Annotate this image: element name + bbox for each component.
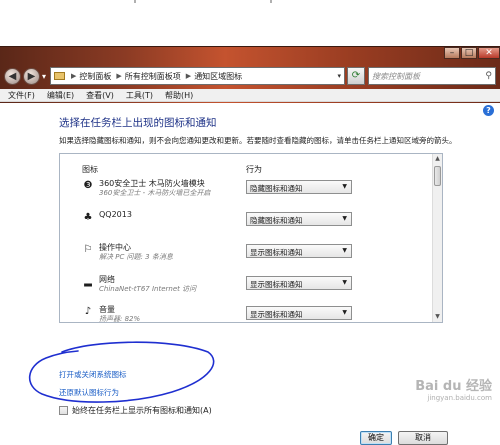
scroll-thumb[interactable] (434, 166, 441, 186)
list-item: ♣ QQ2013 隐藏图标和通知 ▼ (82, 210, 402, 234)
main-content: ? 选择在任务栏上出现的图标和通知 如果选择隐藏图标和通知，则不会向您通知更改和… (0, 103, 500, 445)
menu-help[interactable]: 帮助(H) (165, 90, 193, 101)
menu-edit[interactable]: 编辑(E) (47, 90, 74, 101)
menu-bar: 文件(F) 编辑(E) 查看(V) 工具(T) 帮助(H) (0, 89, 500, 102)
address-row: ◀ ▶ ▾ ▶ 控制面板 ▶ 所有控制面板项 ▶ 通知区域图标 ▾ ⟳ 搜索控制… (4, 65, 496, 87)
item-description: 解决 PC 问题: 3 条消息 (99, 253, 173, 261)
always-show-all-label[interactable]: 始终在任务栏上显示所有图标和通知(A) (72, 405, 212, 416)
refresh-button[interactable]: ⟳ (347, 67, 365, 85)
baidu-watermark: Bai du 经验 jingyan.baidu.com (415, 375, 492, 402)
scroll-down-icon[interactable]: ▼ (433, 312, 442, 322)
search-icon[interactable]: ⚲ (485, 71, 492, 81)
behavior-select[interactable]: 隐藏图标和通知 ▼ (246, 212, 352, 226)
chevron-down-icon: ▼ (342, 309, 347, 316)
list-item: ♪ 音量 扬声器: 82% 显示图标和通知 ▼ (82, 304, 402, 323)
behavior-value: 显示图标和通知 (250, 280, 303, 289)
menu-file[interactable]: 文件(F) (8, 90, 35, 101)
chevron-down-icon: ▼ (342, 247, 347, 254)
behavior-value: 隐藏图标和通知 (250, 184, 303, 193)
cancel-button[interactable]: 取消 (398, 431, 448, 445)
watermark-subtext: jingyan.baidu.com (427, 394, 492, 402)
list-scrollbar[interactable]: ▲ ▼ (432, 154, 442, 322)
page-title: 选择在任务栏上出现的图标和通知 (59, 117, 217, 129)
menu-tools[interactable]: 工具(T) (126, 90, 153, 101)
behavior-select[interactable]: 隐藏图标和通知 ▼ (246, 180, 352, 194)
search-input[interactable]: 搜索控制面板 ⚲ (368, 67, 496, 85)
item-description: ChinaNet-tT67 Internet 访问 (99, 285, 197, 293)
network-signal-icon: ▂ (84, 276, 92, 287)
list-item: ⚐ 操作中心 解决 PC 问题: 3 条消息 显示图标和通知 ▼ (82, 242, 402, 266)
help-icon[interactable]: ? (483, 105, 494, 116)
folder-icon (54, 72, 66, 80)
page-description: 如果选择隐藏图标和通知，则不会向您通知更改和更新。若要随时查看隐藏的图标，请单击… (59, 136, 457, 145)
behavior-value: 隐藏图标和通知 (250, 216, 303, 225)
watermark-text: Bai du 经验 (415, 379, 492, 394)
back-button[interactable]: ◀ (4, 67, 21, 85)
breadcrumb-control-panel[interactable]: 控制面板 (79, 71, 111, 82)
chevron-down-icon: ▼ (342, 183, 347, 190)
behavior-value: 显示图标和通知 (250, 248, 303, 257)
menu-view[interactable]: 查看(V) (86, 90, 114, 101)
behavior-select[interactable]: 显示图标和通知 ▼ (246, 306, 352, 320)
scroll-up-icon[interactable]: ▲ (433, 154, 442, 164)
breadcrumb-notification-icons[interactable]: 通知区域图标 (194, 71, 242, 82)
speaker-icon: ♪ (84, 306, 92, 317)
address-dropdown-icon[interactable]: ▾ (337, 72, 341, 80)
item-name: QQ2013 (99, 210, 132, 219)
forward-button[interactable]: ▶ (23, 67, 40, 85)
control-panel-window: – □ ✕ ◀ ▶ ▾ ▶ 控制面板 ▶ 所有控制面板项 ▶ 通知区域图标 ▾ … (0, 46, 500, 445)
behavior-select[interactable]: 显示图标和通知 ▼ (246, 244, 352, 258)
shield-icon: ❸ (83, 180, 93, 191)
behavior-select[interactable]: 显示图标和通知 ▼ (246, 276, 352, 290)
ok-button[interactable]: 确定 (360, 431, 392, 445)
list-item: ▂ 网络 ChinaNet-tT67 Internet 访问 显示图标和通知 ▼ (82, 274, 402, 298)
search-placeholder: 搜索控制面板 (372, 71, 420, 81)
qq-penguin-icon: ♣ (83, 212, 93, 223)
close-button[interactable]: ✕ (478, 47, 500, 59)
column-header-icon: 图标 (82, 165, 98, 174)
history-dropdown-icon[interactable]: ▾ (42, 72, 46, 81)
chevron-down-icon: ▼ (342, 215, 347, 222)
item-description: 360安全卫士 - 木马防火墙已全开启 (99, 189, 211, 197)
list-item: ❸ 360安全卫士 木马防火墙模块 360安全卫士 - 木马防火墙已全开启 隐藏图标和… (82, 178, 402, 202)
breadcrumb-separator-icon: ▶ (71, 72, 77, 80)
caption-buttons: – □ ✕ (443, 47, 500, 61)
restore-default-link[interactable]: 还原默认图标行为 (59, 387, 119, 398)
maximize-button[interactable]: □ (461, 47, 477, 59)
system-icons-link[interactable]: 打开或关闭系统图标 (59, 369, 127, 380)
notification-icons-list: 图标 行为 ❸ 360安全卫士 木马防火墙模块 360安全卫士 - 木马防火墙已全开… (59, 153, 443, 323)
chevron-down-icon: ▼ (342, 279, 347, 286)
always-show-all-checkbox[interactable] (59, 406, 68, 415)
address-bar[interactable]: ▶ 控制面板 ▶ 所有控制面板项 ▶ 通知区域图标 ▾ (50, 67, 345, 85)
breadcrumb-all-items[interactable]: 所有控制面板项 (125, 71, 181, 82)
item-description: 扬声器: 82% (99, 315, 141, 323)
column-header-behavior: 行为 (246, 165, 262, 174)
breadcrumb-separator-icon: ▶ (185, 72, 192, 80)
breadcrumb-separator-icon: ▶ (116, 72, 122, 80)
stray-mark (134, 0, 136, 3)
flag-icon: ⚐ (83, 244, 93, 255)
minimize-button[interactable]: – (444, 47, 460, 59)
always-show-all-row[interactable]: 始终在任务栏上显示所有图标和通知(A) (59, 405, 212, 416)
stray-mark (270, 0, 272, 3)
behavior-value: 显示图标和通知 (250, 310, 303, 319)
